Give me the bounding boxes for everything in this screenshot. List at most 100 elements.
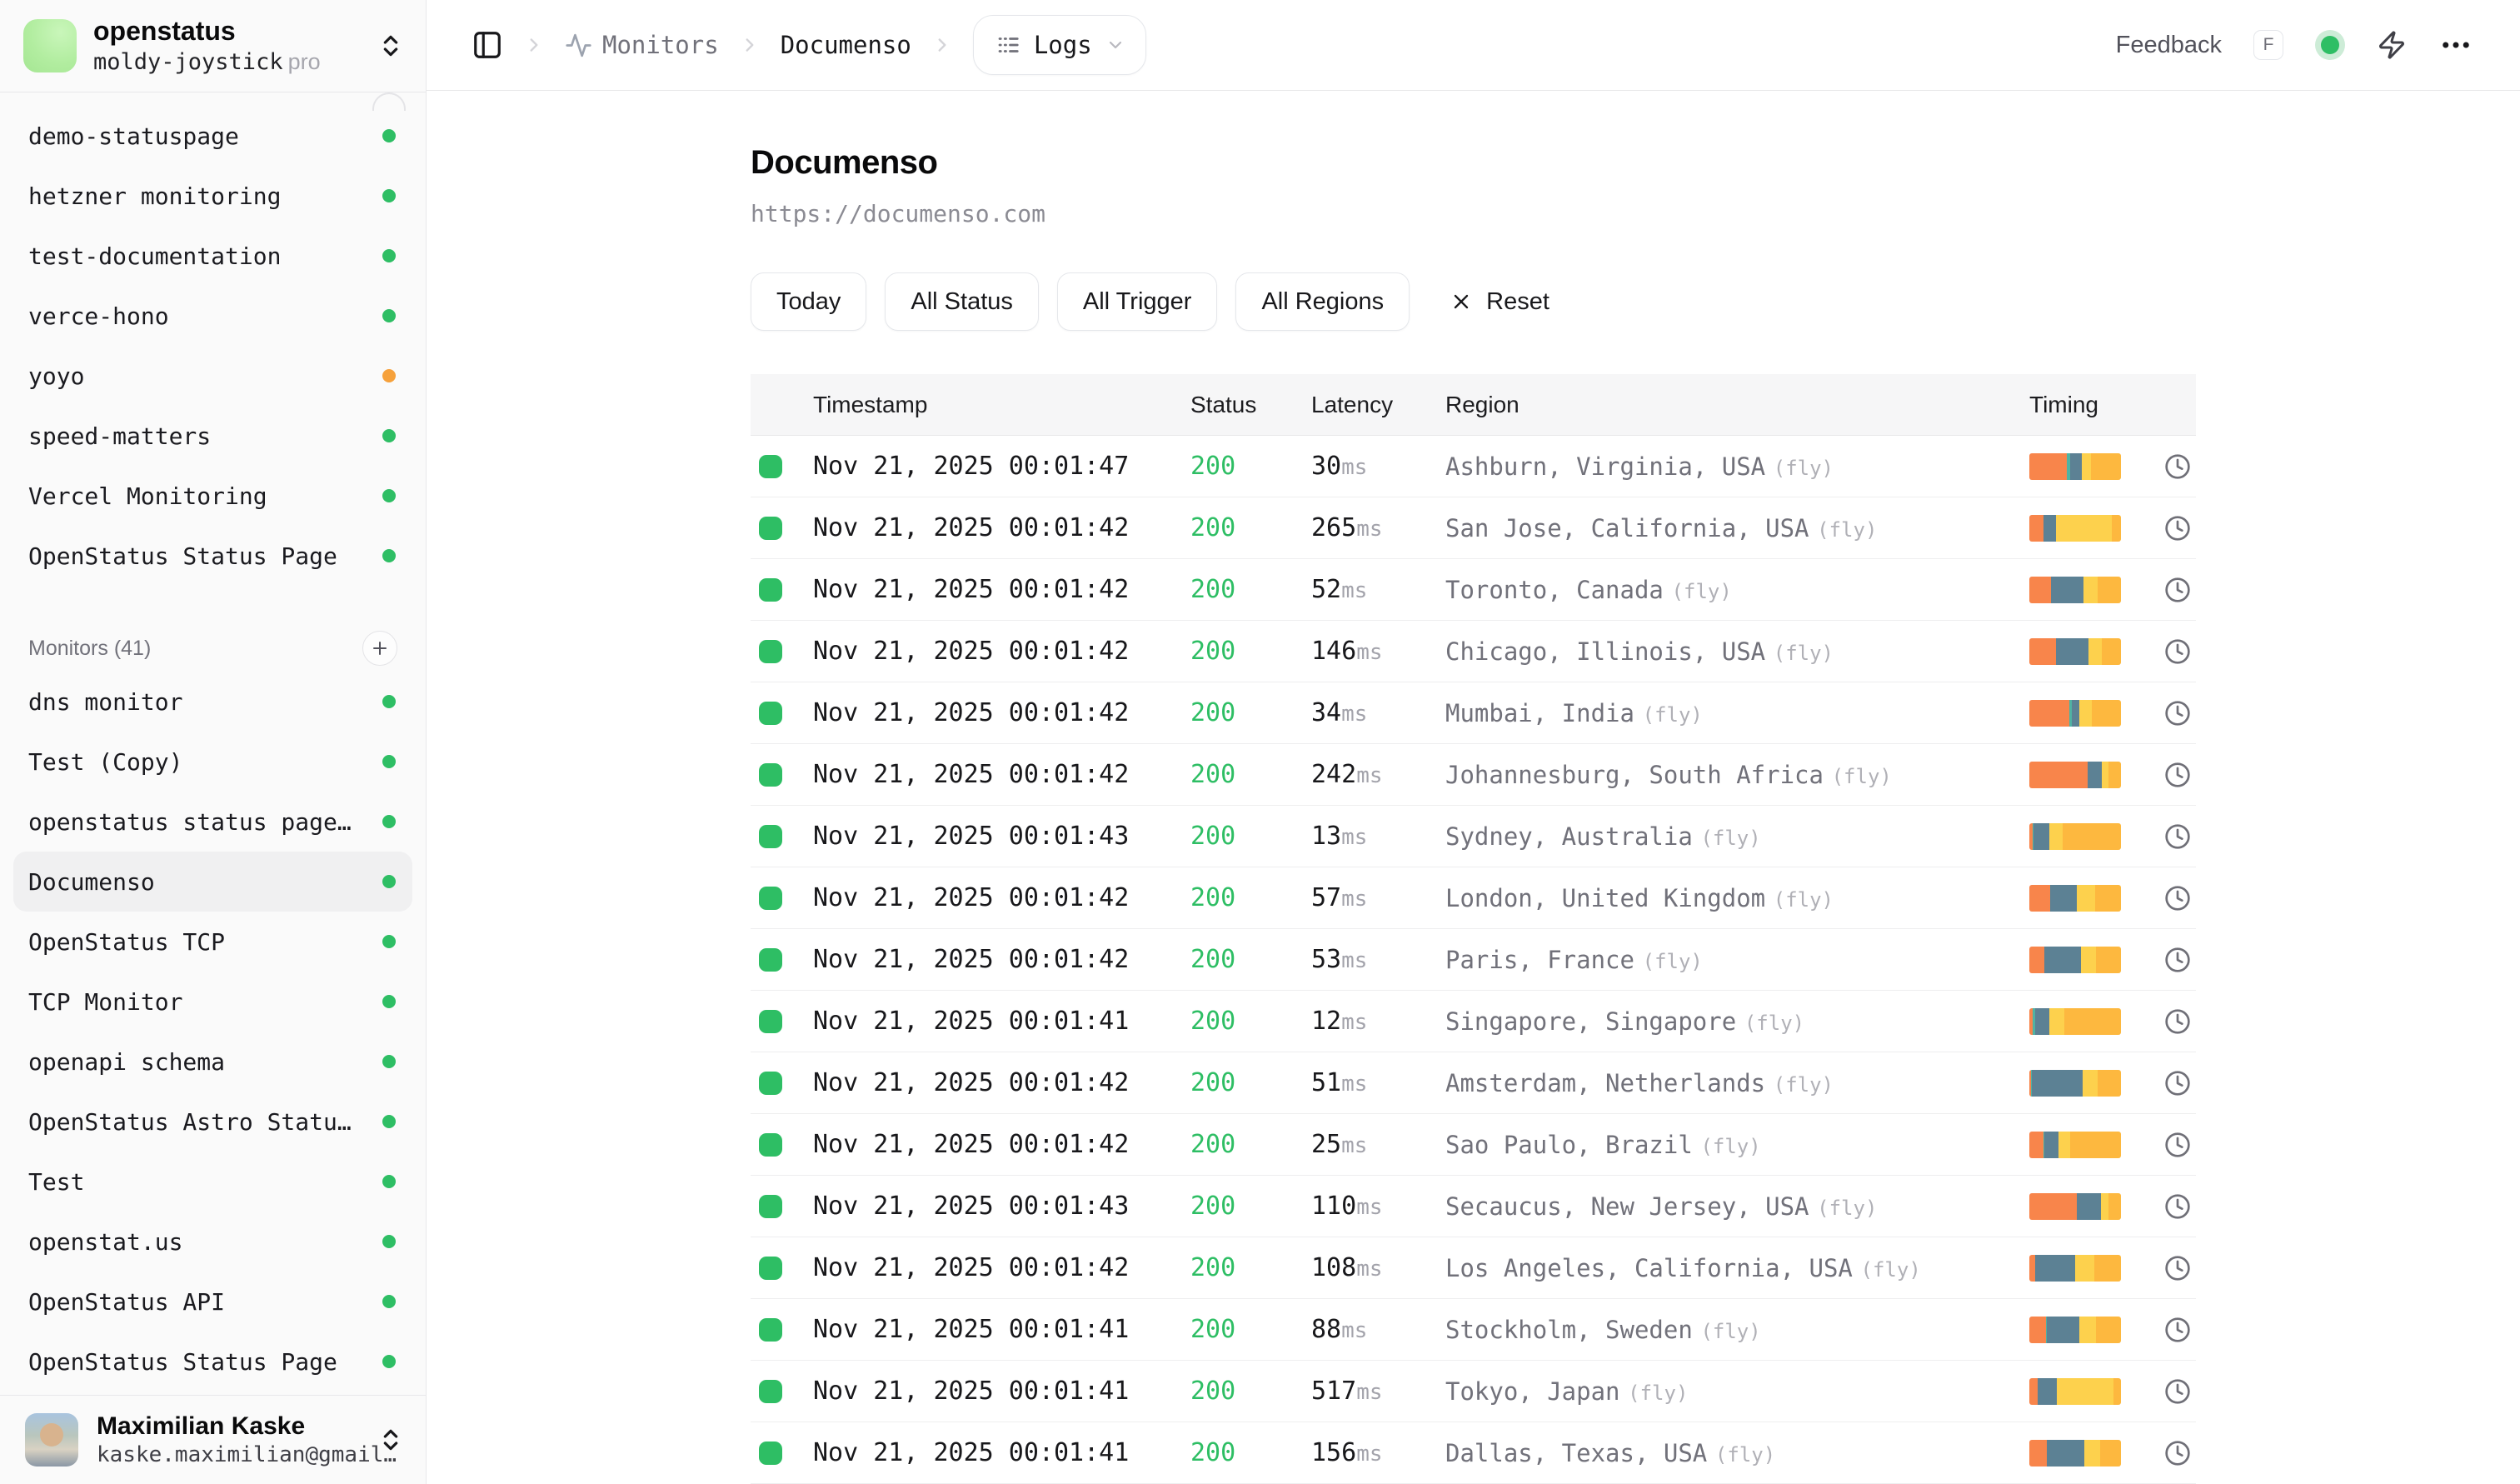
timing-segment-dns — [2029, 1132, 2043, 1158]
user-meta: Maximilian Kaske kaske.maximilian@gmail… — [97, 1412, 359, 1469]
breadcrumb-monitors[interactable]: Monitors — [565, 31, 719, 59]
table-row[interactable]: Nov 21, 2025 00:01:42 200 242ms Johannes… — [751, 744, 2196, 806]
timing-segment-tls — [2043, 515, 2056, 542]
clock-icon[interactable] — [2164, 762, 2191, 788]
sidebar-item-openstatus-tcp[interactable]: OpenStatus TCP — [13, 912, 412, 972]
clock-icon[interactable] — [2164, 1378, 2191, 1405]
clock-icon[interactable] — [2164, 577, 2191, 603]
sidebar-item-label: OpenStatus TCP — [28, 928, 225, 956]
table-row[interactable]: Nov 21, 2025 00:01:42 200 146ms Chicago,… — [751, 621, 2196, 682]
clock-icon[interactable] — [2164, 638, 2191, 665]
clock-icon[interactable] — [2164, 1008, 2191, 1035]
clock-icon[interactable] — [2164, 1317, 2191, 1343]
sidebar-item-verce-hono[interactable]: verce-hono — [13, 286, 412, 346]
zap-icon[interactable] — [2377, 30, 2407, 60]
filter-date-button[interactable]: Today — [751, 272, 866, 331]
clock-icon[interactable] — [2164, 1440, 2191, 1467]
sidebar-item-openstat-us[interactable]: openstat.us — [13, 1212, 412, 1272]
add-monitor-button[interactable] — [362, 631, 397, 666]
status-dot — [382, 995, 396, 1008]
clock-icon[interactable] — [2164, 1193, 2191, 1220]
sidebar-item-openstatus-status-page[interactable]: OpenStatus Status Page — [13, 526, 412, 586]
sidebar-item-hetzner-monitoring[interactable]: hetzner monitoring — [13, 166, 412, 226]
sidebar-item-demo-statuspage[interactable]: demo-statuspage — [13, 106, 412, 166]
reset-filters-button[interactable]: Reset — [1431, 272, 1568, 331]
row-latency: 25ms — [1311, 1130, 1445, 1159]
scrollbar-thumb[interactable] — [372, 92, 406, 111]
sidebar-item-speed-matters[interactable]: speed-matters — [13, 406, 412, 466]
table-row[interactable]: Nov 21, 2025 00:01:42 200 57ms London, U… — [751, 867, 2196, 929]
table-row[interactable]: Nov 21, 2025 00:01:41 200 517ms Tokyo, J… — [751, 1361, 2196, 1422]
sidebar-item-tcp-monitor[interactable]: TCP Monitor — [13, 972, 412, 1032]
user-name: Maximilian Kaske — [97, 1412, 359, 1442]
clock-icon[interactable] — [2164, 700, 2191, 727]
clock-icon[interactable] — [2164, 823, 2191, 850]
sidebar-item-label: speed-matters — [28, 422, 211, 450]
table-row[interactable]: Nov 21, 2025 00:01:42 200 25ms Sao Paulo… — [751, 1114, 2196, 1176]
breadcrumb-page[interactable]: Documenso — [781, 31, 911, 59]
sidebar-item-vercel-monitoring[interactable]: Vercel Monitoring — [13, 466, 412, 526]
sidebar-item-test[interactable]: Test — [13, 1152, 412, 1212]
row-timestamp: Nov 21, 2025 00:01:42 — [813, 698, 1190, 727]
view-selector-logs[interactable]: Logs — [973, 15, 1146, 75]
table-row[interactable]: Nov 21, 2025 00:01:42 200 53ms Paris, Fr… — [751, 929, 2196, 991]
table-row[interactable]: Nov 21, 2025 00:01:42 200 265ms San Jose… — [751, 497, 2196, 559]
timing-segment-ttfb — [2081, 947, 2097, 973]
workspace-plan-badge: pro — [288, 49, 321, 74]
row-latency: 265ms — [1311, 513, 1445, 542]
row-region: Los Angeles, California, USA (fly) — [1445, 1254, 2029, 1282]
table-row[interactable]: Nov 21, 2025 00:01:41 200 156ms Dallas, … — [751, 1422, 2196, 1484]
timing-segment-dns — [2029, 453, 2067, 480]
row-status: 200 — [1190, 1315, 1311, 1344]
table-row[interactable]: Nov 21, 2025 00:01:42 200 34ms Mumbai, I… — [751, 682, 2196, 744]
filter-trigger-button[interactable]: All Trigger — [1057, 272, 1218, 331]
status-indicator — [759, 578, 782, 602]
table-row[interactable]: Nov 21, 2025 00:01:42 200 52ms Toronto, … — [751, 559, 2196, 621]
clock-icon[interactable] — [2164, 1132, 2191, 1158]
timing-segment-ttfb — [2049, 1008, 2064, 1035]
table-row[interactable]: Nov 21, 2025 00:01:42 200 51ms Amsterdam… — [751, 1052, 2196, 1114]
table-row[interactable]: Nov 21, 2025 00:01:42 200 108ms Los Ange… — [751, 1237, 2196, 1299]
status-dot — [382, 429, 396, 442]
table-row[interactable]: Nov 21, 2025 00:01:43 200 110ms Secaucus… — [751, 1176, 2196, 1237]
clock-icon[interactable] — [2164, 453, 2191, 480]
sidebar-item-test-documentation[interactable]: test-documentation — [13, 226, 412, 286]
workspace-switcher[interactable]: openstatus moldy-joystickpro — [0, 0, 426, 92]
clock-icon[interactable] — [2164, 515, 2191, 542]
system-status-indicator[interactable] — [2315, 30, 2345, 60]
sidebar-item-openstatus-astro-statu[interactable]: OpenStatus Astro Statu… — [13, 1092, 412, 1152]
sidebar-item-test-copy[interactable]: Test (Copy) — [13, 732, 412, 792]
status-indicator — [759, 702, 782, 725]
timing-segment-ttfb — [2088, 638, 2101, 665]
sidebar-item-openstatus-status-page[interactable]: OpenStatus Status Page — [13, 1332, 412, 1392]
clock-icon[interactable] — [2164, 885, 2191, 912]
sidebar-item-openstatus-status-page[interactable]: openstatus status page… — [13, 792, 412, 852]
sidebar-item-label: TCP Monitor — [28, 988, 182, 1016]
sidebar-item-label: dns monitor — [28, 688, 182, 716]
clock-icon[interactable] — [2164, 947, 2191, 973]
status-dot — [382, 755, 396, 768]
sidebar-item-dns-monitor[interactable]: dns monitor — [13, 672, 412, 732]
row-timestamp: Nov 21, 2025 00:01:43 — [813, 822, 1190, 851]
status-indicator — [759, 948, 782, 972]
sidebar-item-documenso[interactable]: Documenso — [13, 852, 412, 912]
timing-bar — [2029, 515, 2121, 542]
clock-icon[interactable] — [2164, 1255, 2191, 1282]
filter-regions-button[interactable]: All Regions — [1235, 272, 1410, 331]
logs-icon — [996, 32, 1020, 57]
filter-status-button[interactable]: All Status — [885, 272, 1039, 331]
table-row[interactable]: Nov 21, 2025 00:01:43 200 13ms Sydney, A… — [751, 806, 2196, 867]
sidebar-item-yoyo[interactable]: yoyo — [13, 346, 412, 406]
sidebar-item-openapi-schema[interactable]: openapi schema — [13, 1032, 412, 1092]
sidebar-item-openstatus-api[interactable]: OpenStatus API — [13, 1272, 412, 1332]
feedback-button[interactable]: Feedback — [2116, 32, 2222, 59]
panel-left-toggle-icon[interactable] — [472, 29, 503, 61]
top-header: Monitors Documenso Logs Feedback F — [427, 0, 2520, 91]
table-row[interactable]: Nov 21, 2025 00:01:41 200 88ms Stockholm… — [751, 1299, 2196, 1361]
more-menu-icon[interactable] — [2438, 27, 2473, 62]
table-row[interactable]: Nov 21, 2025 00:01:41 200 12ms Singapore… — [751, 991, 2196, 1052]
table-row[interactable]: Nov 21, 2025 00:01:47 200 30ms Ashburn, … — [751, 436, 2196, 497]
row-timestamp: Nov 21, 2025 00:01:42 — [813, 575, 1190, 604]
user-menu[interactable]: Maximilian Kaske kaske.maximilian@gmail… — [0, 1395, 426, 1484]
clock-icon[interactable] — [2164, 1070, 2191, 1097]
